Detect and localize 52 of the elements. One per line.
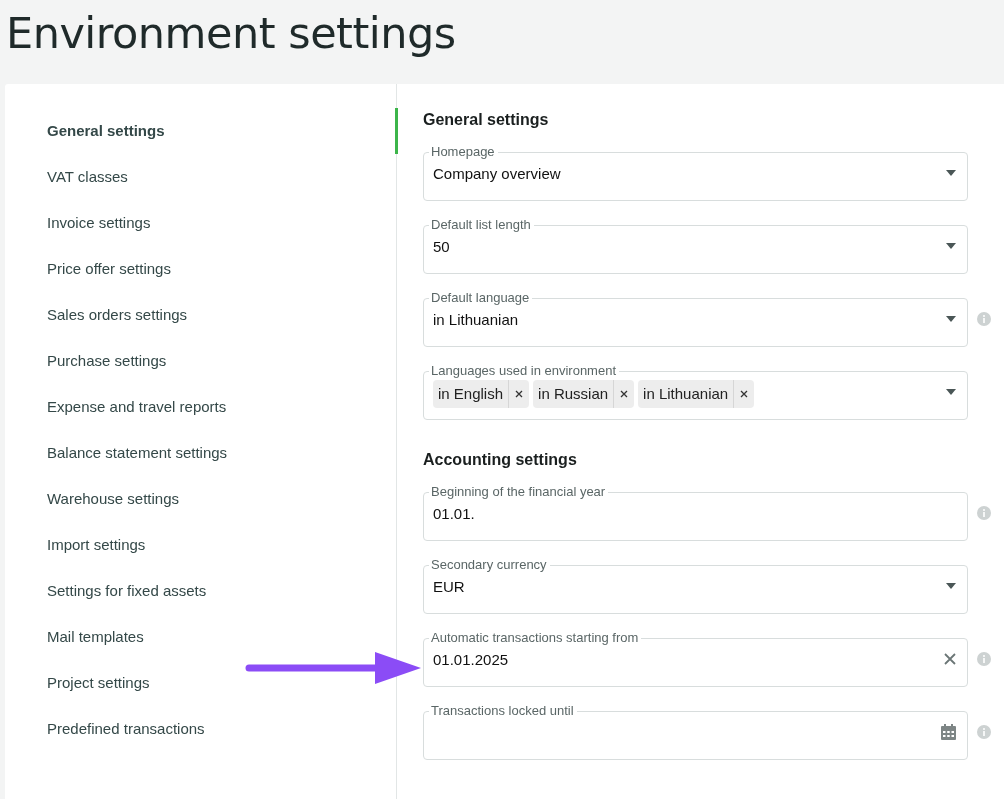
sidebar-item[interactable]: Balance statement settings <box>5 430 232 476</box>
field-label: Transactions locked until <box>430 703 575 719</box>
field-value: in Lithuanian <box>433 310 520 328</box>
select-field[interactable]: Homepage Company overview <box>423 144 968 201</box>
sidebar-item[interactable]: Sales orders settings <box>5 292 192 338</box>
sidebar-item[interactable]: General settings <box>5 108 398 154</box>
close-icon <box>740 389 749 398</box>
field-label: Beginning of the financial year <box>430 484 607 500</box>
sidebar-item[interactable]: Settings for fixed assets <box>5 568 211 614</box>
sidebar-item[interactable]: Warehouse settings <box>5 476 183 522</box>
text-field[interactable]: Beginning of the financial year 01.01. <box>423 484 968 541</box>
calendar-icon[interactable] <box>941 724 956 740</box>
chip-label: in English <box>433 379 510 408</box>
sidebar-item[interactable]: Price offer settings <box>5 246 175 292</box>
field-label: Languages used in environment <box>430 363 618 379</box>
field-value: 01.01.2025 <box>433 650 510 668</box>
sidebar-item[interactable]: Expense and travel reports <box>5 384 231 430</box>
section-heading: Accounting settings <box>423 450 578 470</box>
field-label: Default list length <box>430 217 532 233</box>
sidebar-item[interactable]: Predefined transactions <box>5 706 209 752</box>
date-field[interactable]: Transactions locked until <box>423 703 968 760</box>
field-label: Secondary currency <box>430 557 548 573</box>
dropdown-caret-icon[interactable] <box>946 243 956 249</box>
select-field[interactable]: Default list length 50 <box>423 217 968 274</box>
dropdown-caret-icon[interactable] <box>946 389 956 395</box>
section-heading: General settings <box>423 110 550 130</box>
close-icon <box>620 389 629 398</box>
select-field[interactable]: Languages used in environment in English in Russian in Lithuanian <box>423 363 968 420</box>
dropdown-caret-icon[interactable] <box>946 170 956 176</box>
page-title: Environment settings <box>5 7 457 60</box>
sidebar-item[interactable]: Import settings <box>5 522 150 568</box>
dropdown-caret-icon[interactable] <box>946 316 956 322</box>
field-value: Company overview <box>433 164 562 182</box>
field-label: Default language <box>430 290 531 306</box>
sidebar-item[interactable]: Project settings <box>5 660 154 706</box>
dropdown-caret-icon[interactable] <box>946 583 956 589</box>
clear-icon[interactable] <box>944 653 956 665</box>
field-value: 01.01. <box>433 504 476 522</box>
sidebar-item[interactable]: Invoice settings <box>5 200 155 246</box>
select-field[interactable]: Secondary currency EUR <box>423 557 968 614</box>
field-label: Homepage <box>430 144 496 160</box>
field-value: 50 <box>433 237 451 255</box>
chip-label: in Russian <box>533 379 615 408</box>
select-field[interactable]: Default language in Lithuanian <box>423 290 968 347</box>
chip-label: in Lithuanian <box>638 379 735 408</box>
date-field[interactable]: Automatic transactions starting from 01.01.2025 <box>423 630 968 687</box>
sidebar-item[interactable]: Mail templates <box>5 614 148 660</box>
sidebar-item[interactable]: Purchase settings <box>5 338 171 384</box>
field-label: Automatic transactions starting from <box>430 630 640 646</box>
sidebar-item[interactable]: VAT classes <box>5 154 132 200</box>
field-value: EUR <box>433 577 466 595</box>
close-icon <box>515 389 524 398</box>
